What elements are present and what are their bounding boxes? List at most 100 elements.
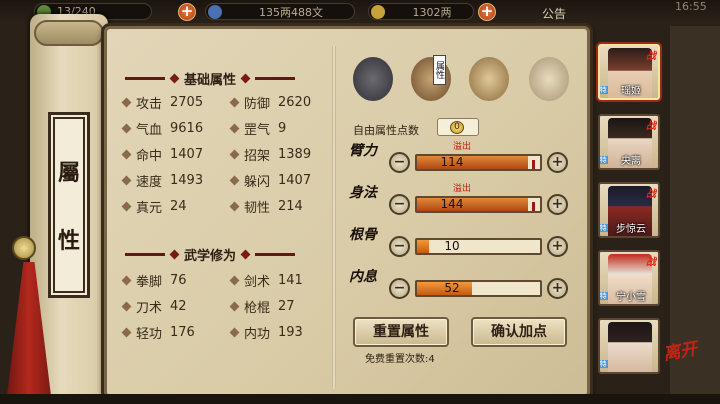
alloc-row-constitution: 根骨 − 10 + (349, 227, 577, 263)
scroll-title-char-1: 屬 (57, 160, 80, 186)
copper-value: 135两488文 (259, 5, 323, 19)
character-card[interactable]: 特 (598, 318, 660, 374)
alloc-value: 114 (440, 155, 464, 169)
bullet (121, 327, 132, 337)
base-attributes-title-text: 基础属性 (184, 73, 237, 88)
skill-value: 141 (278, 272, 303, 288)
character-card[interactable]: 战 特 步惊云 (598, 182, 660, 238)
character-list: 战 特 瑶姬 战 特 央离 战 特 步惊云 战 特 宁小雪 特 (598, 36, 666, 404)
skill-name: 剑术 (244, 274, 271, 290)
stat-parry: 招架 1389 (229, 145, 311, 164)
silver-value: 1302两 (412, 5, 452, 19)
bullet (229, 175, 240, 185)
stat-value: 1407 (170, 146, 204, 162)
alloc-label: 臂力 (349, 143, 377, 159)
stat-value: 9 (278, 120, 287, 136)
attribute-panel: 基础属性 攻击 2705 防御 2620 气血 9616 罡气 9 命中 1407 招架 1… (104, 26, 590, 398)
stat-name: 韧性 (244, 200, 271, 216)
stat-zhenyuan: 真元 24 (121, 197, 187, 216)
skill-value: 176 (170, 324, 195, 340)
stat-name: 躲闪 (244, 174, 271, 190)
martial-arts-title-text: 武学修为 (184, 249, 237, 264)
alloc-row-inner-breath: 内息 − 52 + (349, 269, 577, 305)
bullet (229, 275, 240, 285)
overflow-label: 溢出 (453, 184, 472, 194)
title-ornament-left (125, 77, 165, 80)
stat-gangqi: 罡气 9 (229, 119, 287, 138)
alloc-bar: 10 (415, 238, 542, 255)
leave-button[interactable]: 离开 (661, 332, 711, 379)
skill-blade: 刀术 42 (121, 297, 187, 316)
reset-attributes-button[interactable]: 重置属性 (353, 317, 449, 347)
minus-button[interactable]: − (389, 194, 410, 215)
alloc-value: 10 (444, 239, 460, 253)
title-ornament-left (125, 253, 165, 256)
martial-arts-title: 武学修为 (125, 245, 296, 264)
stat-name: 真元 (136, 200, 163, 216)
bullet (229, 149, 240, 159)
character-card[interactable]: 战 特 瑶姬 (598, 44, 660, 100)
alloc-row-agility: 身法 − 144 溢出 + (349, 184, 577, 221)
character-card[interactable]: 战 特 宁小雪 (598, 250, 660, 306)
scroll-title-label: 屬 性 (48, 112, 90, 298)
bullet (121, 123, 132, 133)
tab-taiji[interactable] (469, 57, 509, 101)
title-diamond-right (240, 73, 251, 84)
stat-value: 1493 (170, 172, 204, 188)
minus-button[interactable]: − (389, 278, 410, 299)
character-card[interactable]: 战 特 央离 (598, 114, 660, 170)
alloc-label: 身法 (349, 185, 377, 201)
confirm-points-button[interactable]: 确认加点 (471, 317, 567, 347)
stat-hit: 命中 1407 (121, 145, 204, 164)
stat-speed: 速度 1493 (121, 171, 204, 190)
flag-icon: 特 (599, 360, 608, 368)
tab-attributes[interactable]: 属性 (411, 55, 451, 101)
skill-value: 193 (278, 324, 303, 340)
alloc-label: 内息 (349, 269, 377, 285)
plus-button[interactable]: + (547, 194, 568, 215)
coin-icon (208, 5, 222, 19)
alloc-row-strength: 臂力 − 114 溢出 + (349, 142, 577, 179)
silver-resource: 1302两 (368, 3, 474, 20)
alloc-value: 52 (444, 281, 460, 295)
stat-value: 2620 (278, 94, 312, 110)
character-name: 步惊云 (616, 224, 646, 235)
bullet (121, 275, 132, 285)
free-points-box: 0 (437, 118, 479, 136)
add-silver-button[interactable]: + (478, 3, 496, 21)
title-diamond-left (169, 249, 180, 260)
plus-button[interactable]: + (547, 278, 568, 299)
minus-button[interactable]: − (389, 236, 410, 257)
title-diamond-left (169, 73, 180, 84)
top-status-bar: 13/240 + 135两488文 1302两 + 公告 16:55 (0, 0, 720, 24)
bullet (229, 97, 240, 107)
stat-name: 气血 (136, 122, 163, 138)
tab-equipment[interactable] (353, 57, 393, 101)
stat-toughness: 韧性 214 (229, 197, 303, 216)
title-diamond-right (240, 249, 251, 260)
bullet (229, 301, 240, 311)
skill-name: 拳脚 (136, 274, 163, 290)
bullet (229, 201, 240, 211)
character-name: 宁小雪 (616, 292, 646, 303)
jade-knot-icon (12, 236, 36, 260)
add-energy-button[interactable]: + (178, 3, 196, 21)
character-name: 央离 (621, 156, 641, 167)
alloc-label: 根骨 (349, 227, 377, 243)
skill-neigong: 内功 193 (229, 323, 303, 342)
notice-button[interactable]: 公告 (542, 5, 566, 22)
plus-button[interactable]: + (547, 152, 568, 173)
alloc-value: 144 (440, 197, 464, 211)
bullet (121, 97, 132, 107)
title-ornament-right (255, 253, 296, 256)
free-points-value: 0 (450, 121, 464, 134)
minus-button[interactable]: − (389, 152, 410, 173)
bullet (121, 201, 132, 211)
skill-name: 枪棍 (244, 300, 271, 316)
overflow-marker (532, 160, 535, 169)
plus-button[interactable]: + (547, 236, 568, 257)
skill-spear: 枪棍 27 (229, 297, 295, 316)
scroll-title-char-2: 性 (57, 228, 80, 254)
tab-meridian[interactable] (529, 57, 569, 101)
stat-name: 速度 (136, 174, 163, 190)
